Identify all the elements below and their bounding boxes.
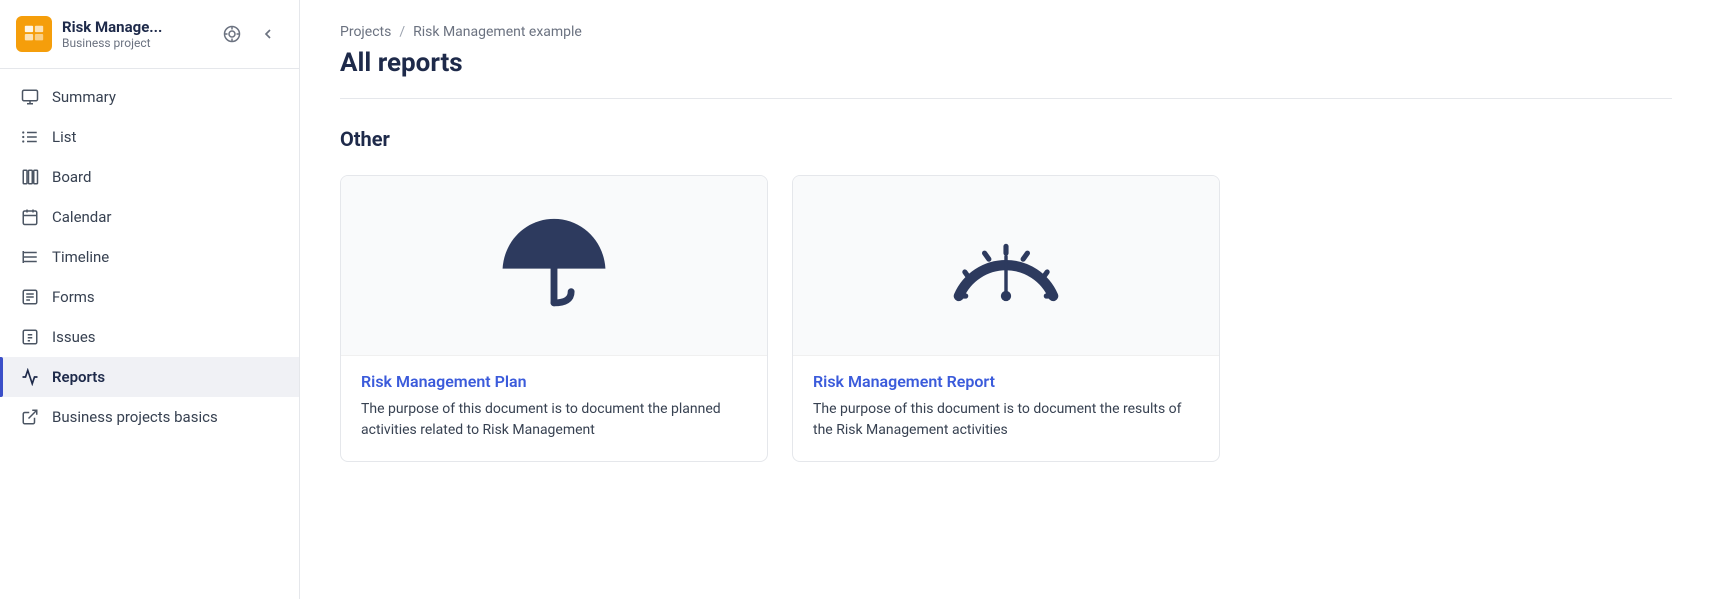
report-card-risk-report[interactable]: Risk Management Report The purpose of th… xyxy=(792,175,1220,462)
sidebar-item-label: Forms xyxy=(52,288,95,306)
sidebar-item-label: List xyxy=(52,128,76,146)
section-title: Other xyxy=(340,127,1672,151)
card-title-risk-report[interactable]: Risk Management Report xyxy=(813,372,1199,391)
sidebar-item-timeline[interactable]: Timeline xyxy=(0,237,299,277)
sidebar-item-label: Summary xyxy=(52,88,116,106)
sidebar-item-basics[interactable]: Business projects basics xyxy=(0,397,299,437)
sidebar: Risk Manage... Business project xyxy=(0,0,300,599)
card-body-risk-report: Risk Management Report The purpose of th… xyxy=(793,356,1219,461)
sidebar-nav: Summary List xyxy=(0,69,299,599)
card-body-risk-plan: Risk Management Plan The purpose of this… xyxy=(341,356,767,461)
paint-icon-button[interactable] xyxy=(217,19,247,49)
main-content: Projects / Risk Management example All r… xyxy=(300,0,1712,599)
sidebar-logo-area: Risk Manage... Business project xyxy=(16,16,162,52)
sidebar-item-reports[interactable]: Reports xyxy=(0,357,299,397)
sidebar-title-area: Risk Manage... Business project xyxy=(62,18,162,50)
breadcrumb: Projects / Risk Management example xyxy=(340,24,1672,40)
project-logo xyxy=(16,16,52,52)
sidebar-item-calendar[interactable]: Calendar xyxy=(0,197,299,237)
breadcrumb-current: Risk Management example xyxy=(413,24,582,40)
sidebar-item-label: Board xyxy=(52,168,91,186)
cards-grid: Risk Management Plan The purpose of this… xyxy=(340,175,1672,462)
calendar-icon xyxy=(20,207,40,227)
card-desc-risk-report: The purpose of this document is to docum… xyxy=(813,399,1199,441)
sidebar-item-label: Calendar xyxy=(52,208,112,226)
sidebar-item-forms[interactable]: Forms xyxy=(0,277,299,317)
sidebar-item-board[interactable]: Board xyxy=(0,157,299,197)
card-image-risk-plan xyxy=(341,176,767,356)
report-card-risk-plan[interactable]: Risk Management Plan The purpose of this… xyxy=(340,175,768,462)
board-icon xyxy=(20,167,40,187)
divider xyxy=(340,98,1672,99)
sidebar-item-label: Timeline xyxy=(52,248,109,266)
card-title-risk-plan[interactable]: Risk Management Plan xyxy=(361,372,747,391)
external-icon xyxy=(20,407,40,427)
sidebar-item-label: Business projects basics xyxy=(52,408,218,426)
sidebar-item-list[interactable]: List xyxy=(0,117,299,157)
summary-icon xyxy=(20,87,40,107)
card-desc-risk-plan: The purpose of this document is to docum… xyxy=(361,399,747,441)
sidebar-item-label: Reports xyxy=(52,368,105,386)
list-icon xyxy=(20,127,40,147)
collapse-sidebar-button[interactable] xyxy=(253,19,283,49)
project-name: Risk Manage... xyxy=(62,18,162,36)
card-image-risk-report xyxy=(793,176,1219,356)
sidebar-header: Risk Manage... Business project xyxy=(0,0,299,69)
sidebar-item-summary[interactable]: Summary xyxy=(0,77,299,117)
issues-icon xyxy=(20,327,40,347)
sidebar-item-label: Issues xyxy=(52,328,96,346)
breadcrumb-parent[interactable]: Projects xyxy=(340,24,391,40)
breadcrumb-separator: / xyxy=(399,24,405,40)
sidebar-item-issues[interactable]: Issues xyxy=(0,317,299,357)
reports-icon xyxy=(20,367,40,387)
page-title: All reports xyxy=(340,48,1672,78)
sidebar-header-icons xyxy=(217,19,283,49)
project-sub: Business project xyxy=(62,36,162,50)
forms-icon xyxy=(20,287,40,307)
timeline-icon xyxy=(20,247,40,267)
